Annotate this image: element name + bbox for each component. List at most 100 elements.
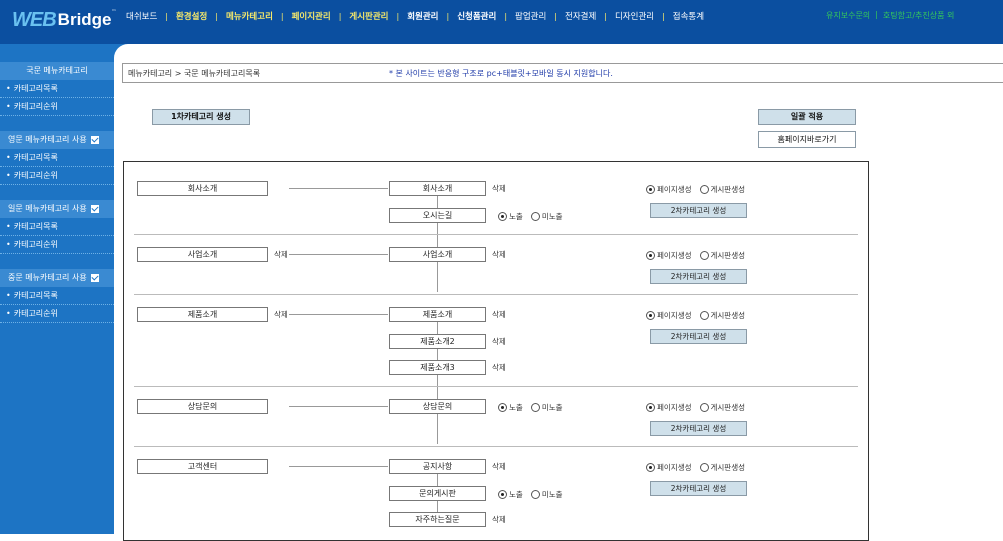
expose-radio[interactable] [498, 211, 507, 221]
nav-separator: | [338, 11, 342, 21]
create-second-category-button[interactable]: 2차카테고리 생성 [650, 421, 747, 436]
sidebar-bullet: • [6, 240, 11, 249]
second-category-box[interactable]: 제품소개 [389, 307, 486, 322]
hide-radio-label: 미노출 [541, 211, 563, 221]
sidebar-bullet: • [6, 102, 11, 111]
sidebar-item-label: 카테고리순위 [13, 240, 58, 249]
sidebar-bullet: • [6, 153, 11, 162]
tree-connector [289, 314, 388, 315]
second-category-delete[interactable]: 삭제 [492, 183, 506, 194]
nav-item[interactable]: 환경설정 [176, 10, 207, 22]
sidebar-item[interactable]: • 카테고리목록 [0, 287, 114, 305]
sidebar-item[interactable]: • 카테고리순위 [0, 167, 114, 185]
apply-all-button[interactable]: 일괄 적용 [758, 109, 856, 125]
nav-item[interactable]: 회원관리 [407, 10, 438, 22]
hide-radio[interactable] [530, 403, 540, 412]
first-category-delete[interactable]: 삭제 [274, 309, 288, 320]
sidebar-item[interactable]: • 카테고리목록 [0, 218, 114, 236]
page-create-radio[interactable] [646, 311, 655, 320]
second-category-box[interactable]: 회사소개 [389, 181, 486, 196]
sidebar-bullet: • [6, 84, 11, 93]
second-category-delete[interactable]: 삭제 [492, 362, 506, 373]
sidebar-section-title: 일문 메뉴카테고리 사용 [0, 200, 114, 218]
first-category-box[interactable]: 회사소개 [137, 181, 268, 196]
second-category-box[interactable]: 제품소개2 [389, 333, 486, 349]
expose-radio[interactable] [498, 403, 507, 412]
nav-item[interactable]: 전자결제 [565, 10, 596, 22]
second-category-box[interactable]: 오시는길 [389, 207, 486, 223]
radio-group: 페이지생성 게시판생성 [646, 462, 753, 473]
radio-group: 노출 미노출 [498, 402, 571, 413]
board-create-radio[interactable] [699, 311, 709, 320]
second-category-box[interactable]: 사업소개 [389, 247, 486, 262]
second-category-delete[interactable]: 삭제 [492, 514, 506, 525]
create-second-category-button[interactable]: 2차카테고리 생성 [650, 481, 747, 496]
nav-item[interactable]: 게시판관리 [349, 10, 388, 22]
sidebar-section-label: 영문 메뉴카테고리 사용 [8, 135, 87, 144]
sidebar-item[interactable]: • 카테고리순위 [0, 98, 114, 116]
sidebar-item-label: 카테고리순위 [13, 171, 58, 180]
section-separator [134, 446, 858, 447]
radio-group: 페이지생성 게시판생성 [646, 310, 753, 321]
nav-separator: | [280, 11, 284, 21]
nav-right-link[interactable]: 호팅함고/추진상품 외 [883, 10, 954, 21]
second-category-delete[interactable]: 삭제 [492, 336, 506, 347]
first-category-box[interactable]: 상담문의 [137, 399, 268, 414]
page-create-radio[interactable] [646, 185, 655, 194]
sidebar: 국문 메뉴카테고리 • 카테고리목록 • 카테고리순위 영문 메뉴카테고리 사용 • 카테고리… [0, 44, 114, 534]
sidebar-use-checkbox[interactable] [90, 274, 99, 282]
sidebar-item[interactable]: • 카테고리목록 [0, 80, 114, 98]
first-category-delete[interactable]: 삭제 [274, 249, 288, 260]
first-category-box[interactable]: 고객센터 [137, 459, 268, 474]
nav-item[interactable]: 팝업관리 [515, 10, 546, 22]
create-second-category-button[interactable]: 2차카테고리 생성 [650, 329, 747, 344]
sidebar-use-checkbox[interactable] [90, 136, 99, 144]
second-category-box[interactable]: 자주하는질문 [389, 512, 486, 527]
nav-item[interactable]: 디자인관리 [615, 10, 654, 22]
main-nav: 대쉬보드 | 환경설정 | 메뉴카테고리 | 페이지관리 | 게시판관리 | 회원관리 | 신청폼관리 |… [126, 10, 704, 23]
sidebar-item-label: 카테고리목록 [13, 84, 58, 93]
second-category-box[interactable]: 공지사항 [389, 459, 486, 474]
board-create-radio-label: 게시판생성 [710, 311, 746, 320]
second-category-delete[interactable]: 삭제 [492, 309, 506, 320]
create-second-category-button[interactable]: 2차카테고리 생성 [650, 203, 747, 218]
board-create-radio[interactable] [699, 251, 709, 260]
nav-item[interactable]: 페이지관리 [292, 10, 331, 22]
nav-item[interactable]: 접속통계 [673, 10, 704, 22]
tree-connector [289, 466, 388, 467]
first-category-box[interactable]: 제품소개 [137, 307, 268, 322]
second-category-box[interactable]: 상담문의 [389, 399, 486, 414]
page-create-radio[interactable] [646, 403, 655, 412]
nav-item[interactable]: 대쉬보드 [126, 10, 157, 22]
page-create-radio[interactable] [646, 251, 655, 260]
hide-radio[interactable] [530, 211, 540, 221]
sidebar-item-label: 카테고리목록 [13, 222, 58, 231]
board-create-radio[interactable] [699, 403, 709, 412]
create-first-category-button[interactable]: 1차카테고리 생성 [152, 109, 250, 125]
board-create-radio[interactable] [699, 185, 709, 194]
board-create-radio[interactable] [699, 463, 709, 472]
nav-right-link[interactable]: 유지보수문의 [826, 10, 870, 21]
second-category-box[interactable]: 문의게시판 [389, 485, 486, 501]
second-category-box[interactable]: 제품소개3 [389, 360, 486, 375]
first-category-box[interactable]: 사업소개 [137, 247, 268, 262]
logo[interactable]: WEB Bridge ™ [12, 6, 117, 34]
radio-group: 페이지생성 게시판생성 [646, 402, 753, 413]
homepage-shortcut-button[interactable]: 홈페이지바로가기 [758, 131, 856, 148]
nav-item[interactable]: 신청폼관리 [457, 10, 496, 22]
sidebar-item[interactable]: • 카테고리순위 [0, 305, 114, 323]
sidebar-item[interactable]: • 카테고리목록 [0, 149, 114, 167]
nav-right-separator: | [875, 10, 878, 19]
nav-item[interactable]: 메뉴카테고리 [226, 10, 273, 22]
sidebar-use-checkbox[interactable] [90, 205, 99, 213]
sidebar-item[interactable]: • 카테고리순위 [0, 236, 114, 254]
nav-separator: | [165, 11, 168, 21]
page-create-radio[interactable] [646, 463, 655, 472]
expose-radio[interactable] [498, 489, 507, 499]
hide-radio[interactable] [530, 489, 540, 499]
create-second-category-button[interactable]: 2차카테고리 생성 [650, 269, 747, 284]
second-category-delete[interactable]: 삭제 [492, 461, 506, 472]
second-category-delete[interactable]: 삭제 [492, 249, 506, 260]
